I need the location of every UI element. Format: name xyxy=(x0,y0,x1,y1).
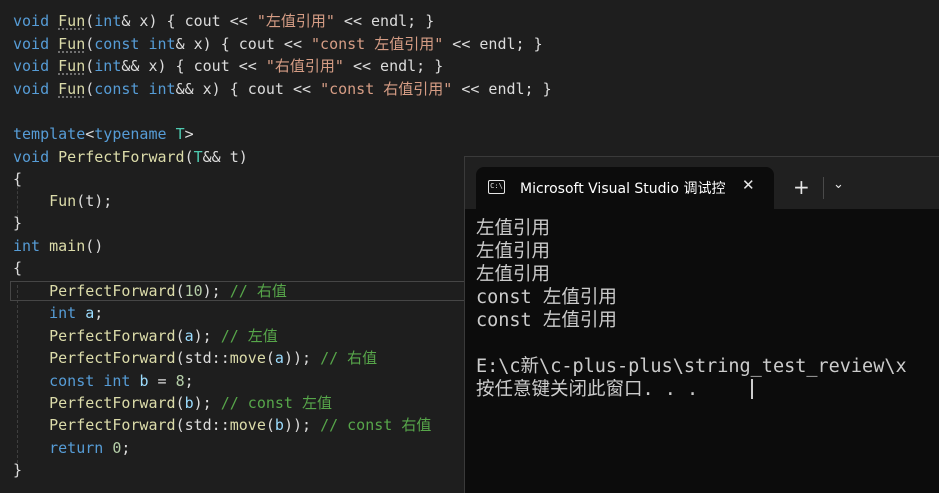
code-line: void Fun(const int&& x) { cout << "const… xyxy=(13,80,552,98)
terminal-tab[interactable]: C:\ Microsoft Visual Studio 调试控 ✕ xyxy=(476,167,774,209)
terminal-icon: C:\ xyxy=(488,180,505,194)
code-line: Fun(t); xyxy=(49,192,113,210)
code-line: void Fun(int&& x) { cout << "右值引用" << en… xyxy=(13,57,444,75)
tab-separator xyxy=(823,177,824,199)
code-line: { xyxy=(13,259,23,277)
code-line: } xyxy=(13,214,23,232)
chevron-down-icon[interactable]: ⌄ xyxy=(833,177,844,192)
terminal-tab-bar: C:\ Microsoft Visual Studio 调试控 ✕ + ⌄ xyxy=(465,157,939,209)
tab-title: Microsoft Visual Studio 调试控 xyxy=(520,181,726,197)
output-line: 左值引用 xyxy=(476,218,551,239)
output-line: const 左值引用 xyxy=(476,310,617,331)
code-line: void Fun(int& x) { cout << "左值引用" << end… xyxy=(13,12,435,30)
output-line: 按任意键关闭此窗口. . . xyxy=(476,379,699,400)
code-line: PerfectForward(a); // 左值 xyxy=(49,327,278,345)
code-line: { xyxy=(13,170,23,188)
code-line: PerfectForward(std::move(b)); // const 右… xyxy=(49,416,432,434)
text-cursor xyxy=(751,379,753,399)
code-line: PerfectForward(10); // 右值 xyxy=(49,282,287,300)
output-line: E:\c新\c-plus-plus\string_test_review\x xyxy=(476,356,907,377)
code-line: void Fun(const int& x) { cout << "const … xyxy=(13,35,543,53)
output-line: 左值引用 xyxy=(476,264,551,285)
new-tab-icon[interactable]: + xyxy=(793,176,810,198)
code-line: PerfectForward(b); // const 左值 xyxy=(49,394,332,412)
code-line: void PerfectForward(T&& t) xyxy=(13,148,248,166)
code-line: PerfectForward(std::move(a)); // 右值 xyxy=(49,349,378,367)
code-line: int a; xyxy=(49,304,104,322)
code-line: const int b = 8; xyxy=(49,372,194,390)
code-line: int main() xyxy=(13,237,104,255)
code-line: return 0; xyxy=(49,439,131,457)
output-line: const 左值引用 xyxy=(476,287,617,308)
output-line: 左值引用 xyxy=(476,241,551,262)
close-tab-icon[interactable]: ✕ xyxy=(742,176,755,194)
terminal-window[interactable]: C:\ Microsoft Visual Studio 调试控 ✕ + ⌄ 左值… xyxy=(464,156,939,493)
code-line: } xyxy=(13,461,23,479)
code-line: template<typename T> xyxy=(13,125,194,143)
